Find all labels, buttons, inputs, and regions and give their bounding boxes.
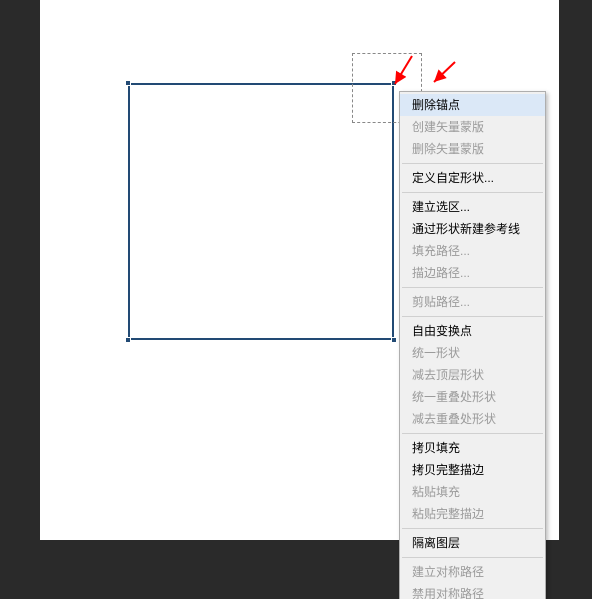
- anchor-point-0[interactable]: [125, 80, 131, 86]
- menu-item: 填充路径...: [400, 240, 545, 262]
- menu-item: 粘贴完整描边: [400, 503, 545, 525]
- anchor-point-2[interactable]: [125, 337, 131, 343]
- menu-separator: [402, 433, 543, 434]
- menu-separator: [402, 528, 543, 529]
- menu-separator: [402, 316, 543, 317]
- menu-item[interactable]: 通过形状新建参考线: [400, 218, 545, 240]
- menu-item: 统一形状: [400, 342, 545, 364]
- menu-item: 剪贴路径...: [400, 291, 545, 313]
- menu-separator: [402, 557, 543, 558]
- menu-separator: [402, 163, 543, 164]
- menu-item: 减去重叠处形状: [400, 408, 545, 430]
- context-menu[interactable]: 删除锚点创建矢量蒙版删除矢量蒙版定义自定形状... 建立选区...通过形状新建参考…: [399, 91, 546, 599]
- menu-item[interactable]: 隔离图层: [400, 532, 545, 554]
- menu-item: 创建矢量蒙版: [400, 116, 545, 138]
- menu-item[interactable]: 拷贝完整描边: [400, 459, 545, 481]
- menu-separator: [402, 287, 543, 288]
- anchor-point-3[interactable]: [391, 337, 397, 343]
- menu-item[interactable]: 自由变换点: [400, 320, 545, 342]
- menu-separator: [402, 192, 543, 193]
- menu-item: 减去顶层形状: [400, 364, 545, 386]
- menu-item[interactable]: 拷贝填充: [400, 437, 545, 459]
- menu-item[interactable]: 定义自定形状...: [400, 167, 545, 189]
- menu-item[interactable]: 建立选区...: [400, 196, 545, 218]
- menu-item: 建立对称路径: [400, 561, 545, 583]
- menu-item: 粘贴填充: [400, 481, 545, 503]
- menu-item: 禁用对称路径: [400, 583, 545, 599]
- menu-item: 描边路径...: [400, 262, 545, 284]
- menu-item: 统一重叠处形状: [400, 386, 545, 408]
- menu-item: 删除矢量蒙版: [400, 138, 545, 160]
- menu-item[interactable]: 删除锚点: [400, 94, 545, 116]
